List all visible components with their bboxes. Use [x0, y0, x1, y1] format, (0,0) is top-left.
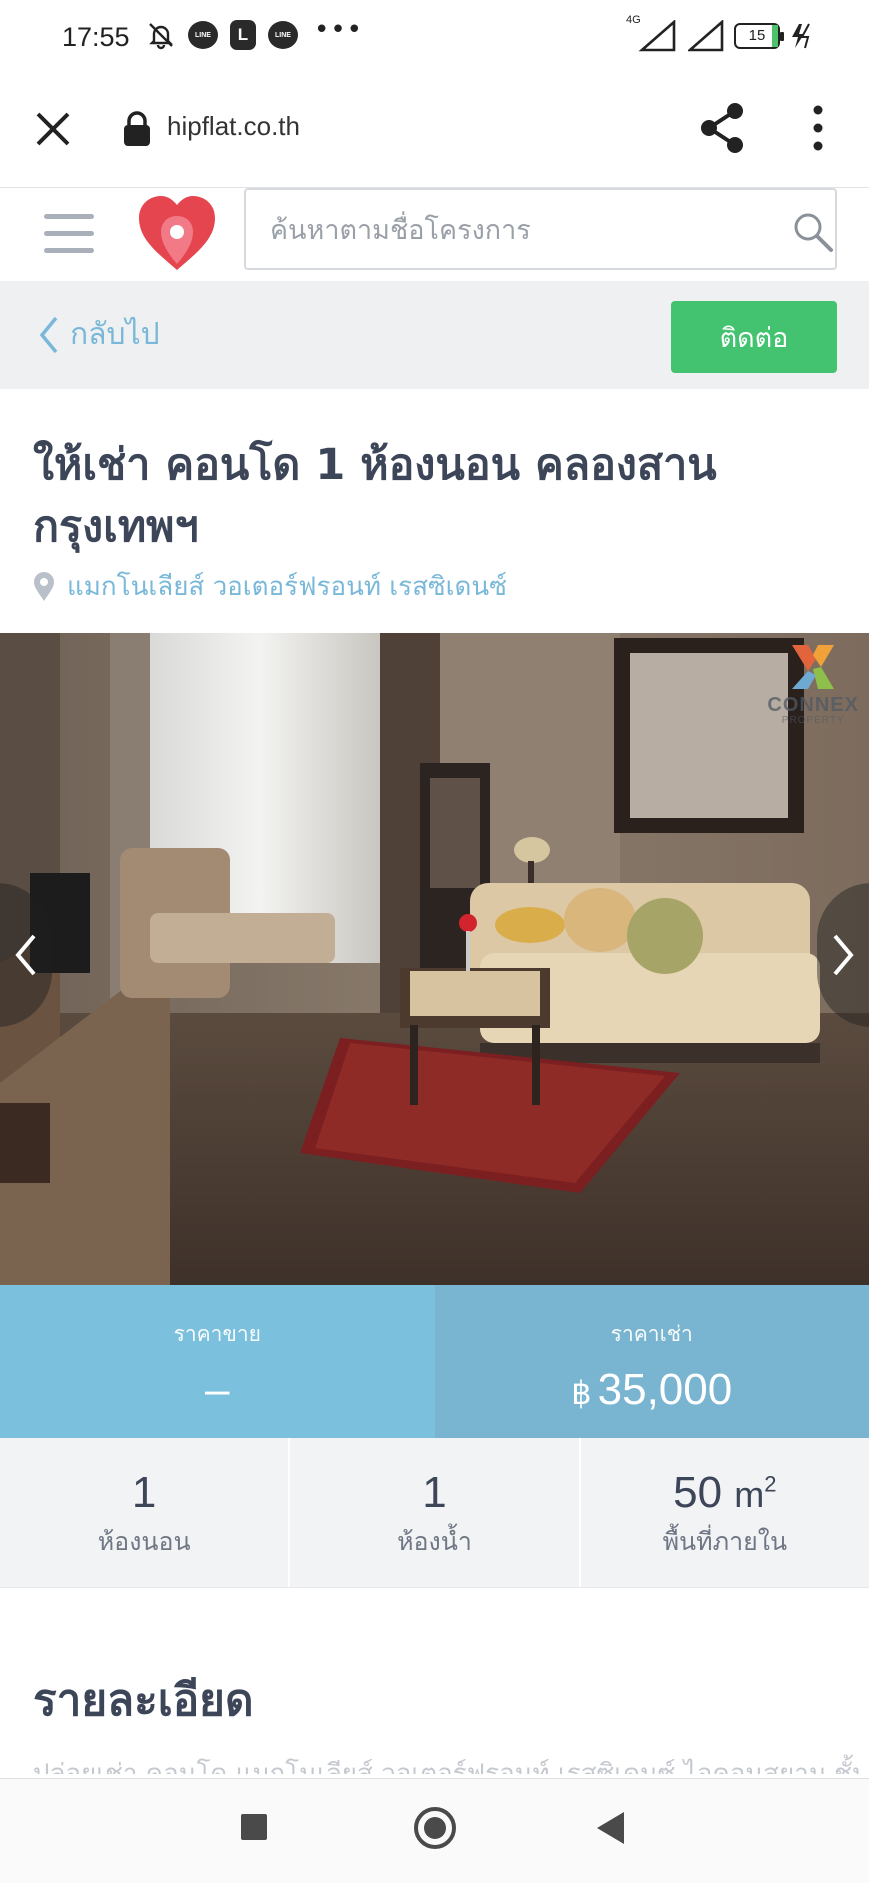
- currency-symbol: ฿: [571, 1375, 592, 1411]
- rent-amount: 35,000: [597, 1365, 733, 1414]
- stat-value: 1: [422, 1468, 447, 1517]
- stat-floor-area: 50 m2 พื้นที่ภายใน: [581, 1438, 869, 1587]
- battery-level: 15: [748, 27, 766, 44]
- home-icon[interactable]: [414, 1807, 456, 1849]
- chevron-left-icon: [39, 316, 58, 353]
- system-icons: 4G 15: [626, 14, 814, 52]
- line-app-icon: LINE: [188, 21, 218, 49]
- line-app-icon-2: LINE: [268, 21, 298, 49]
- price-band: ราคาขาย – ราคาเช่า ฿ 35,000: [0, 1285, 869, 1438]
- details-text: ปล่อยเช่า คอนโด แมกโนเลียส์ วอเตอร์ฟรอนท…: [33, 1759, 863, 1774]
- address-bar-url[interactable]: hipflat.co.th: [167, 111, 300, 142]
- stat-label: ห้องนอน: [97, 1527, 191, 1556]
- bell-muted-icon: [149, 23, 173, 50]
- status-time: 17:55: [62, 22, 130, 52]
- hipflat-logo[interactable]: [135, 194, 219, 274]
- back-link[interactable]: กลับไป: [38, 311, 160, 358]
- signal-icon-1: 4G: [626, 14, 678, 52]
- search-input[interactable]: [270, 210, 770, 250]
- more-vertical-icon[interactable]: [798, 102, 838, 154]
- recent-apps-icon[interactable]: [241, 1814, 267, 1840]
- close-icon[interactable]: [32, 108, 74, 150]
- stat-bathrooms: 1 ห้องน้ำ: [290, 1438, 581, 1587]
- rent-price-value: ฿ 35,000: [435, 1365, 869, 1415]
- share-icon[interactable]: [697, 101, 747, 155]
- stat-label: พื้นที่ภายใน: [662, 1527, 788, 1556]
- sale-price-label: ราคาขาย: [173, 1322, 261, 1346]
- project-name: แมกโนเลียส์ วอเตอร์ฟรอนท์ เรสซิเดนซ์: [67, 572, 507, 602]
- chevron-right-icon: [833, 934, 854, 976]
- android-nav-bar: [0, 1778, 869, 1883]
- connex-logo-icon: [792, 645, 835, 689]
- stat-value: 1: [131, 1468, 157, 1517]
- l-app-icon: L: [230, 20, 256, 50]
- back-link-label: กลับไป: [70, 317, 160, 352]
- stat-label: ห้องน้ำ: [397, 1527, 472, 1556]
- details-heading: รายละเอียด: [33, 1675, 254, 1726]
- photo-watermark: CONNEX PROPERTY: [767, 641, 859, 726]
- charging-icon: [792, 23, 810, 49]
- listing-photo-carousel[interactable]: CONNEX PROPERTY: [0, 633, 869, 1285]
- living-room-photo: [0, 633, 869, 1285]
- lock-icon: [124, 111, 150, 146]
- listing-title-line1: ให้เช่า คอนโด 1 ห้องนอน คลองสาน: [33, 440, 717, 490]
- chevron-left-icon: [15, 934, 36, 976]
- project-location-link[interactable]: แมกโนเลียส์ วอเตอร์ฟรอนท์ เรสซิเดนซ์: [33, 566, 507, 607]
- search-box: [244, 188, 837, 270]
- watermark-text: CONNEX: [767, 694, 859, 716]
- search-icon[interactable]: [791, 210, 835, 254]
- signal-icon-2: [688, 20, 724, 52]
- sale-price: ราคาขาย –: [0, 1285, 435, 1438]
- listing-title: ให้เช่า คอนโด 1 ห้องนอน คลองสาน กรุงเทพฯ: [33, 434, 833, 558]
- network-type: 4G: [626, 14, 641, 26]
- browser-toolbar: hipflat.co.th: [0, 78, 869, 188]
- map-pin-icon: [34, 571, 54, 601]
- more-notifications-icon: •••: [314, 15, 364, 45]
- back-icon[interactable]: [597, 1812, 624, 1844]
- contact-button[interactable]: ติดต่อ: [671, 301, 837, 373]
- notification-icons: LINE L LINE •••: [146, 15, 363, 50]
- battery-icon: 15: [734, 23, 784, 49]
- listing-title-line2: กรุงเทพฯ: [33, 502, 199, 552]
- property-stats: 1 ห้องนอน 1 ห้องน้ำ 50 m2 พื้นที่ภายใน: [0, 1438, 869, 1588]
- site-header: [0, 188, 869, 281]
- stat-value: 50 m2: [673, 1468, 777, 1517]
- sale-price-value: –: [205, 1365, 230, 1414]
- rent-price-label: ราคาเช่า: [610, 1322, 693, 1346]
- rent-price: ราคาเช่า ฿ 35,000: [434, 1285, 869, 1438]
- back-bar: กลับไป ติดต่อ: [0, 281, 869, 389]
- stat-bedrooms: 1 ห้องนอน: [0, 1438, 291, 1587]
- menu-icon[interactable]: [44, 214, 94, 254]
- status-bar: 17:55 LINE L LINE ••• 4G 15: [0, 0, 869, 78]
